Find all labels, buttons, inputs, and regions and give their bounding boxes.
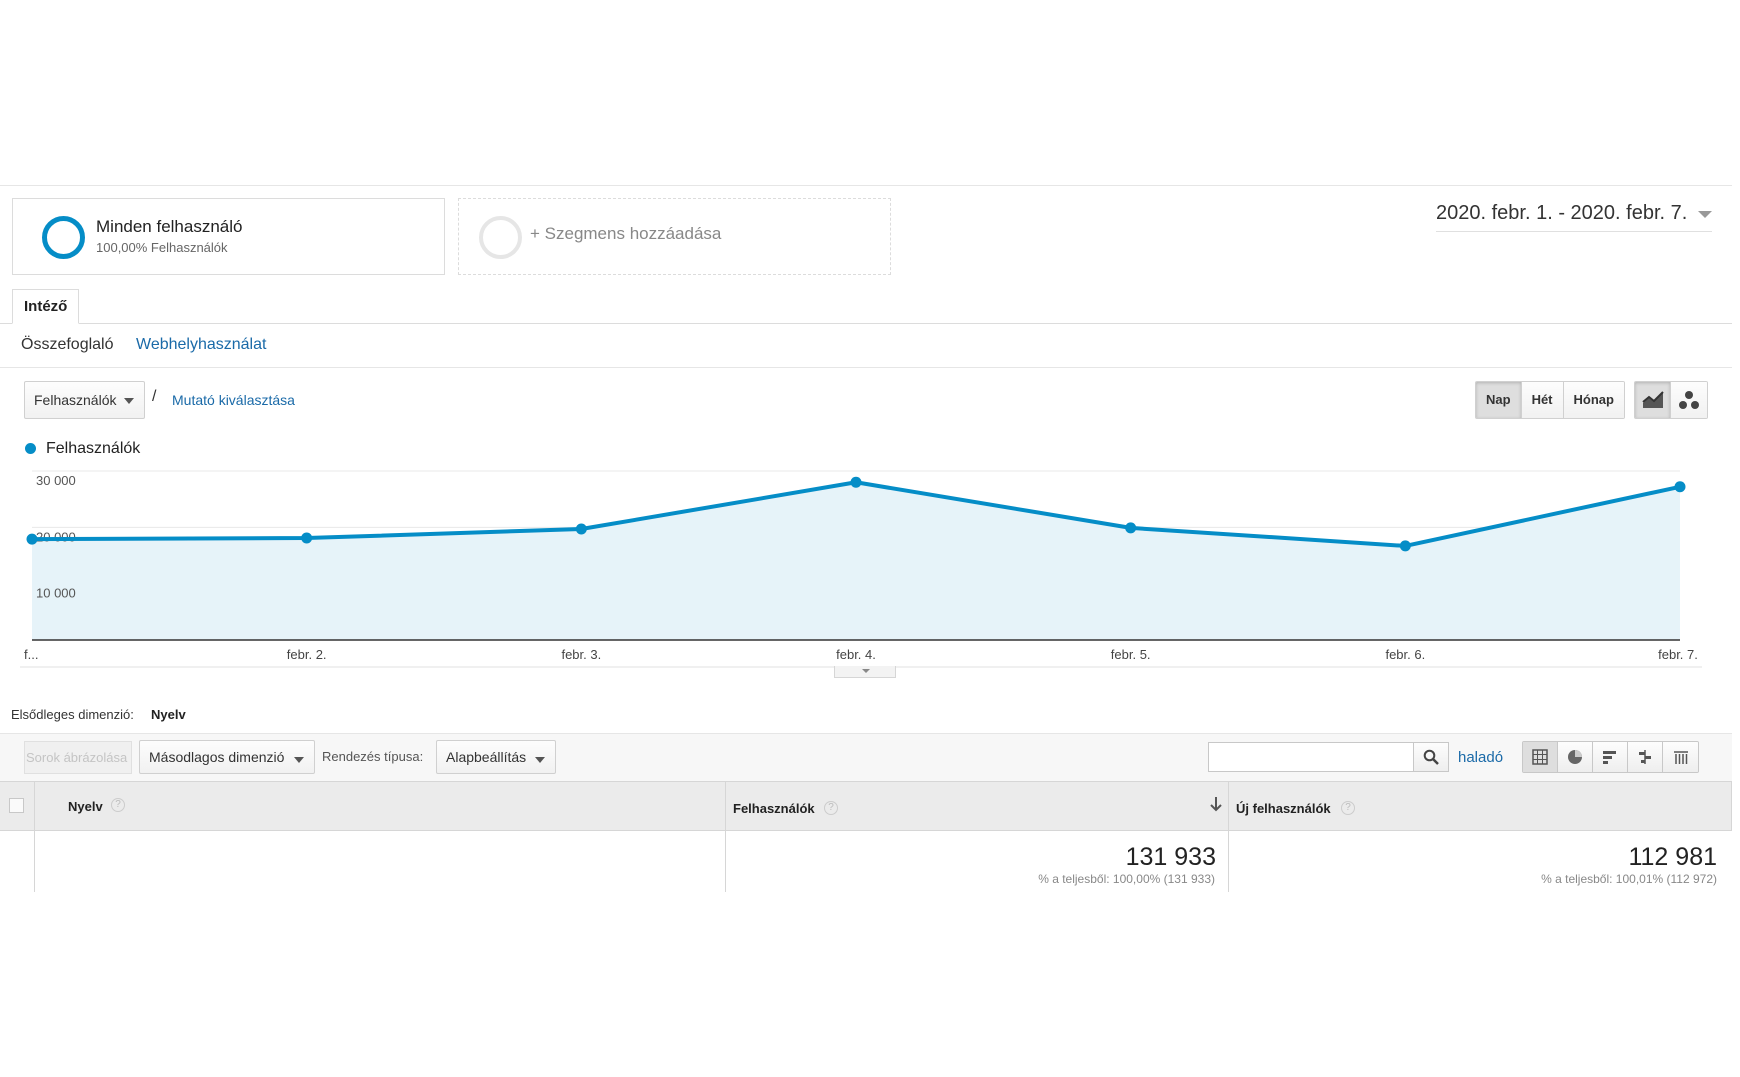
subtab-divider xyxy=(0,367,1732,368)
bar-view-icon xyxy=(1603,751,1616,764)
period-toggle: Nap Hét Hónap xyxy=(1475,381,1625,419)
table-view-icon xyxy=(1532,749,1548,765)
period-month-button[interactable]: Hónap xyxy=(1563,382,1624,418)
primary-dimension-value[interactable]: Nyelv xyxy=(151,707,186,722)
motion-chart-button[interactable] xyxy=(1671,382,1707,418)
pivot-view-button[interactable] xyxy=(1663,742,1698,772)
column-divider xyxy=(1228,781,1229,892)
secondary-dimension-label: Másodlagos dimenzió xyxy=(149,749,285,765)
x-tick-label: febr. 3. xyxy=(561,647,601,662)
metric-dropdown[interactable]: Felhasználók xyxy=(24,381,145,419)
data-point xyxy=(1399,540,1411,552)
total-users-percent: % a teljesből: 100,00% (131 933) xyxy=(1038,872,1215,886)
bar-view-button[interactable] xyxy=(1593,742,1628,772)
metric-dropdown-label: Felhasználók xyxy=(34,392,117,408)
segment-subtitle: 100,00% Felhasználók xyxy=(96,240,228,255)
total-users-value: 131 933 xyxy=(1125,843,1216,871)
sort-type-value: Alapbeállítás xyxy=(446,749,527,765)
date-range-picker[interactable]: 2020. febr. 1. - 2020. febr. 7. xyxy=(1436,200,1712,232)
x-tick-label: febr. 4. xyxy=(836,647,876,662)
segment-all-users[interactable]: Minden felhasználó 100,00% Felhasználók xyxy=(12,198,445,275)
segment-ring-icon xyxy=(42,216,85,259)
y-tick-label: 20 000 xyxy=(36,529,76,544)
date-range-text: 2020. febr. 1. - 2020. febr. 7. xyxy=(1436,202,1688,224)
help-icon[interactable]: ? xyxy=(1341,801,1355,815)
x-tick-label: febr. 5. xyxy=(1111,647,1151,662)
plot-rows-button[interactable]: Sorok ábrázolása xyxy=(24,741,132,774)
users-line-chart: 10 000 20 000 30 000 f... febr. 2. febr. 3. fe… xyxy=(20,470,1702,668)
pie-view-icon xyxy=(1568,750,1582,764)
caret-down-icon xyxy=(535,757,545,763)
table-header-row xyxy=(0,781,1732,831)
data-point xyxy=(301,532,313,544)
tab-divider xyxy=(0,323,1732,324)
comparison-view-icon xyxy=(1639,750,1651,764)
advanced-filter-link[interactable]: haladó xyxy=(1458,749,1503,766)
table-view-toggle xyxy=(1522,741,1699,773)
line-chart-icon xyxy=(1641,391,1664,408)
legend-series-label: Felhasználók xyxy=(46,440,141,457)
add-segment-button[interactable]: + Szegmens hozzáadása xyxy=(458,198,891,275)
chevron-down-icon xyxy=(1698,211,1712,218)
period-week-button[interactable]: Hét xyxy=(1521,382,1564,418)
y-tick-label: 30 000 xyxy=(36,473,76,488)
legend-series-dot xyxy=(25,443,36,454)
comparison-view-button[interactable] xyxy=(1628,742,1663,772)
x-tick-label: febr. 6. xyxy=(1385,647,1425,662)
chart-type-toggle xyxy=(1634,381,1708,419)
total-new-users-percent: % a teljesből: 100,01% (112 972) xyxy=(1541,872,1717,886)
secondary-dimension-dropdown[interactable]: Másodlagos dimenzió xyxy=(139,740,315,774)
caret-down-icon xyxy=(124,398,134,404)
x-tick-label: f... xyxy=(24,647,38,662)
column-divider xyxy=(1731,781,1732,831)
motion-chart-icon xyxy=(1679,391,1699,409)
column-divider xyxy=(725,781,726,892)
subtab-summary[interactable]: Összefoglaló xyxy=(21,336,114,354)
table-search-input[interactable] xyxy=(1208,742,1415,772)
primary-dimension-label: Elsődleges dimenzió: xyxy=(11,707,134,722)
table-view-button[interactable] xyxy=(1523,742,1558,772)
sort-type-dropdown[interactable]: Alapbeállítás xyxy=(436,740,556,774)
table-totals-row xyxy=(0,831,1732,892)
column-divider xyxy=(34,781,35,892)
caret-down-icon xyxy=(294,757,304,763)
subtab-site-usage[interactable]: Webhelyhasználat xyxy=(136,336,266,354)
pivot-view-icon xyxy=(1673,751,1688,764)
header-divider xyxy=(0,185,1732,186)
data-point xyxy=(26,533,38,545)
sort-descending-icon[interactable] xyxy=(1209,796,1223,812)
tab-explorer[interactable]: Intéző xyxy=(12,289,80,324)
data-point xyxy=(1125,522,1137,534)
help-icon[interactable]: ? xyxy=(824,801,838,815)
data-point xyxy=(850,476,862,488)
collapse-chart-handle[interactable] xyxy=(834,666,896,678)
search-button[interactable] xyxy=(1413,742,1449,772)
add-segment-label: + Szegmens hozzáadása xyxy=(530,224,722,243)
x-tick-label: febr. 2. xyxy=(287,647,327,662)
column-header-new-users[interactable]: Új felhasználók xyxy=(1236,801,1331,816)
x-tick-label: febr. 7. xyxy=(1658,647,1698,662)
line-chart-button[interactable] xyxy=(1635,382,1671,418)
total-new-users-value: 112 981 xyxy=(1628,843,1717,871)
y-tick-label: 10 000 xyxy=(36,586,76,601)
search-icon xyxy=(1423,749,1439,765)
metric-separator: / xyxy=(152,388,157,405)
empty-segment-ring-icon xyxy=(479,216,522,259)
help-icon[interactable]: ? xyxy=(111,798,125,812)
data-point xyxy=(1674,481,1686,493)
period-day-button[interactable]: Nap xyxy=(1476,382,1522,418)
column-header-users[interactable]: Felhasználók xyxy=(733,801,815,816)
select-all-checkbox[interactable] xyxy=(9,798,24,813)
data-point xyxy=(575,523,587,535)
sort-type-label: Rendezés típusa: xyxy=(322,749,424,764)
series-area xyxy=(32,482,1680,640)
column-header-language[interactable]: Nyelv xyxy=(68,799,103,814)
pie-view-button[interactable] xyxy=(1558,742,1593,772)
choose-metric-link[interactable]: Mutató kiválasztása xyxy=(172,392,295,408)
segment-title: Minden felhasználó xyxy=(96,217,243,236)
